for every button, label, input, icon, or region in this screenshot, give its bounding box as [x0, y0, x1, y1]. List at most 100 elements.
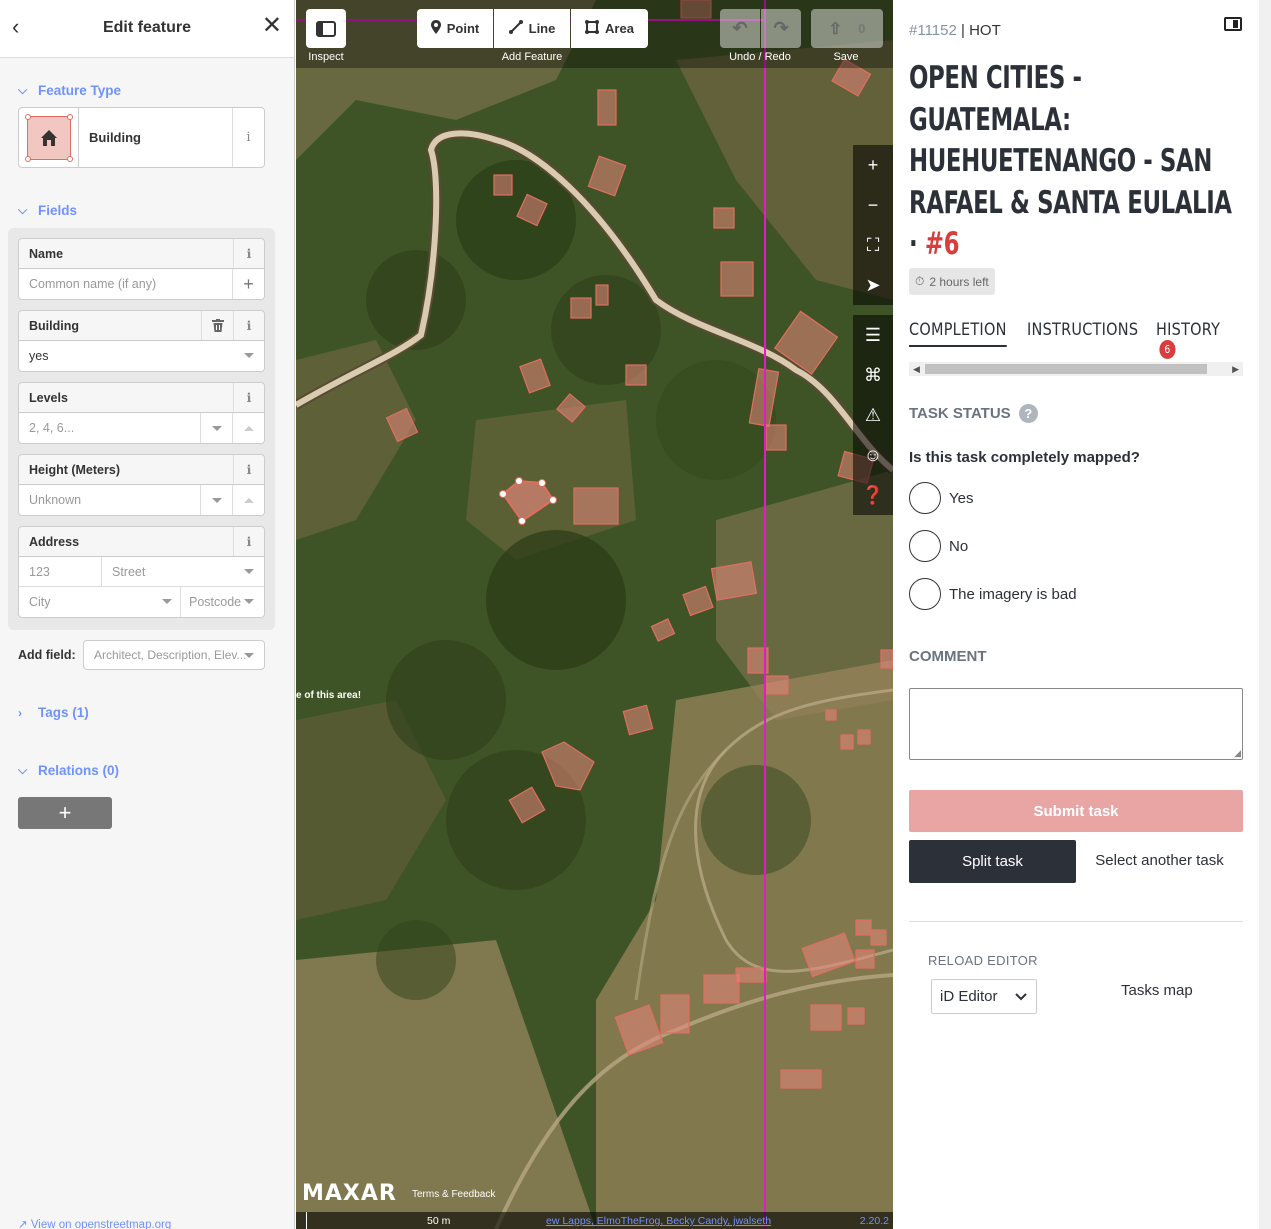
select-another-task-button[interactable]: Select another task [1093, 851, 1226, 870]
height-field: Height (Meters) i Unknown [18, 454, 265, 516]
inspect-button[interactable] [306, 9, 346, 48]
scale-bar[interactable]: 50 m [306, 1212, 506, 1229]
history-count-badge: 6 [1159, 340, 1176, 359]
panel-scrollbar[interactable] [1259, 0, 1271, 1229]
maxar-logo: MAXAR [302, 1181, 397, 1206]
name-placeholder: Common name (if any) [29, 277, 157, 291]
scroll-right-icon[interactable]: ▶ [1232, 364, 1239, 375]
radio-circle[interactable] [909, 530, 941, 562]
address-postcode-input[interactable]: Postcode [181, 595, 241, 609]
increment-button[interactable] [232, 413, 264, 443]
editor-dropdown[interactable]: iD Editor [931, 979, 1037, 1014]
tab-history[interactable]: HISTORY6 [1156, 320, 1230, 360]
option-no[interactable]: No [909, 530, 968, 562]
comment-textarea[interactable]: ◢ [909, 688, 1243, 760]
relations-toggle[interactable]: ⌵ Relations (0) [18, 763, 119, 778]
sidebar-header: ‹ Edit feature ✕ [0, 0, 294, 58]
tasks-map-button[interactable]: Tasks map [1121, 982, 1193, 999]
info-icon[interactable]: i [232, 108, 264, 167]
levels-input[interactable]: 2, 4, 6... [19, 413, 264, 443]
feature-type-heading: Feature Type [38, 83, 122, 98]
decrement-button[interactable] [200, 413, 232, 443]
contributors-list[interactable]: ew Lapps, ElmoTheFrog, Becky Candy, jwal… [546, 1215, 771, 1227]
add-field-combobox[interactable]: Architect, Description, Elev... [83, 640, 265, 670]
zoom-in-icon[interactable]: + [853, 145, 893, 185]
address-label: Address [29, 534, 80, 549]
version-link[interactable]: 2.20.2 [860, 1215, 889, 1227]
resize-handle-icon[interactable]: ◢ [1234, 748, 1241, 759]
chevron-down-icon: ⌵ [18, 763, 28, 777]
info-icon[interactable]: i [233, 311, 264, 340]
tabs-scrollbar[interactable]: ◀ ▶ [909, 362, 1243, 376]
panel-toggle-icon[interactable] [1224, 17, 1242, 31]
undo-button[interactable]: ↶ [720, 9, 760, 48]
info-icon[interactable]: i [233, 239, 264, 268]
radio-circle[interactable] [909, 578, 941, 610]
zoom-out-icon[interactable]: − [853, 185, 893, 225]
scroll-left-icon[interactable]: ◀ [913, 364, 920, 375]
redo-button[interactable]: ↷ [761, 9, 801, 48]
option-bad-imagery[interactable]: The imagery is bad [909, 578, 1077, 610]
map-data-icon[interactable]: ⌘ [853, 355, 893, 395]
layers-icon[interactable]: ☰ [853, 315, 893, 355]
add-relation-button[interactable]: + [18, 797, 112, 829]
add-localized-name-icon[interactable]: + [232, 269, 264, 299]
close-icon[interactable]: ✕ [262, 14, 282, 38]
comment-heading: COMMENT [909, 648, 987, 665]
height-input[interactable]: Unknown [19, 485, 264, 515]
address-housenumber-input[interactable]: 123 [19, 556, 102, 587]
project-id[interactable]: #11152 [909, 22, 957, 39]
chevron-down-icon: ⌵ [18, 203, 28, 217]
view-on-osm-link[interactable]: ↗ View on openstreetmap.org [18, 1217, 171, 1229]
add-area-button[interactable]: Area [571, 9, 648, 48]
line-label: Line [528, 21, 556, 36]
split-task-button[interactable]: Split task [909, 840, 1076, 883]
fields-toggle[interactable]: ⌵ Fields [18, 203, 77, 218]
project-id-line: #11152 | HOT [909, 22, 1001, 39]
issues-warning-icon[interactable]: ⚠ [853, 395, 893, 435]
add-point-button[interactable]: Point [417, 9, 493, 48]
info-icon[interactable]: i [233, 527, 264, 556]
name-label: Name [29, 246, 64, 261]
feature-type-button[interactable]: Building i [18, 107, 265, 168]
preferences-user-icon[interactable]: ☺ [853, 435, 893, 475]
terms-feedback-link[interactable]: Terms & Feedback [412, 1189, 495, 1200]
time-left-text: 2 hours left [929, 274, 989, 289]
radio-circle[interactable] [909, 482, 941, 514]
geolocate-icon[interactable]: ➤ [853, 265, 893, 305]
help-icon[interactable]: ? [1018, 404, 1038, 423]
info-icon[interactable]: i [233, 455, 264, 484]
area-icon [585, 20, 600, 37]
zoom-to-selection-icon[interactable]: ⛶ [853, 225, 893, 265]
line-icon [508, 20, 523, 37]
help-icon[interactable]: ❓ [853, 475, 893, 515]
address-street-input[interactable]: Street [102, 565, 145, 579]
tab-instructions[interactable]: INSTRUCTIONS [1027, 320, 1138, 340]
name-input[interactable]: Common name (if any) + [19, 269, 264, 299]
add-feature-label: Add Feature [501, 51, 563, 63]
dropdown-arrow-icon [162, 599, 172, 604]
submit-task-button[interactable]: Submit task [909, 790, 1243, 832]
mapped-question: Is this task completely mapped? [909, 449, 1140, 466]
save-button[interactable]: ⇧ 0 [811, 9, 883, 48]
dropdown-arrow-icon [244, 569, 254, 574]
tags-toggle[interactable]: › Tags (1) [18, 705, 89, 720]
map-canvas[interactable]: Inspect Point Line Area Add Feature ↶ ↷ … [296, 0, 893, 1229]
tab-completion[interactable]: COMPLETION [909, 320, 1007, 347]
trash-icon[interactable] [201, 311, 233, 340]
reload-editor-heading: RELOAD EDITOR [928, 953, 1038, 968]
decrement-button[interactable] [200, 485, 232, 515]
add-line-button[interactable]: Line [494, 9, 570, 48]
add-field-placeholder: Architect, Description, Elev... [94, 648, 247, 662]
building-select[interactable]: yes [19, 341, 264, 371]
increment-button[interactable] [232, 485, 264, 515]
feature-type-toggle[interactable]: ⌵ Feature Type [18, 83, 121, 98]
scrollbar-thumb[interactable] [925, 364, 1207, 374]
add-field-label: Add field: [18, 648, 76, 662]
info-icon[interactable]: i [233, 383, 264, 412]
satellite-imagery [296, 0, 893, 1229]
tags-heading: Tags (1) [38, 705, 89, 720]
address-city-input[interactable]: City [19, 587, 181, 617]
option-yes[interactable]: Yes [909, 482, 973, 514]
dropdown-arrow-icon [244, 353, 254, 358]
